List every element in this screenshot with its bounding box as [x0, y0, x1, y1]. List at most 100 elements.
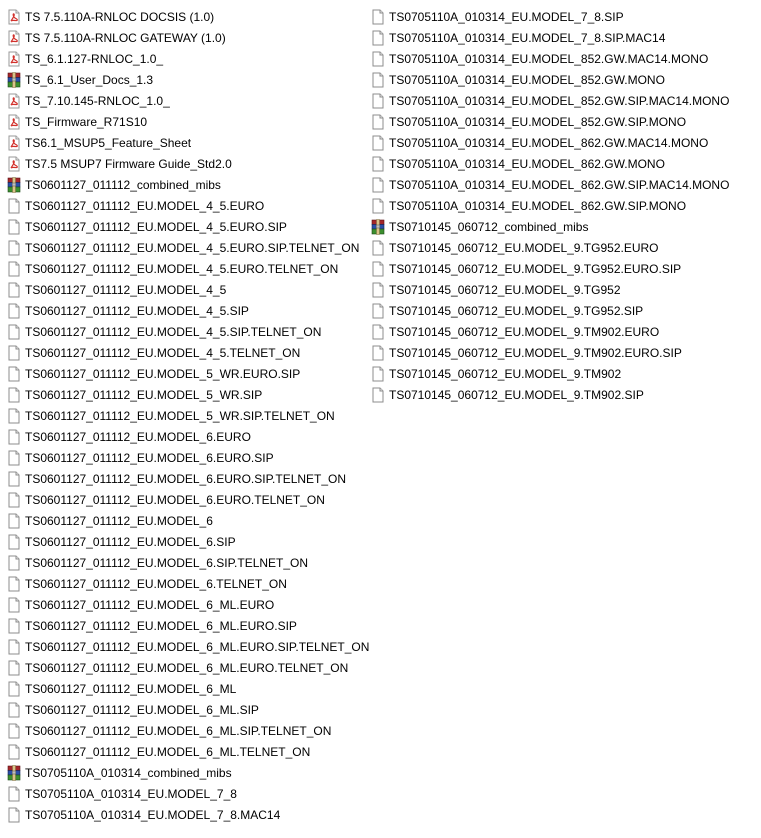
- file-item[interactable]: TS0705110A_010314_EU.MODEL_852.GW.SIP.MO…: [370, 111, 734, 132]
- file-item[interactable]: TS0601127_011112_EU.MODEL_6_ML.TELNET_ON: [6, 741, 370, 762]
- pdf-icon: [6, 93, 22, 109]
- file-icon: [370, 198, 386, 214]
- file-item[interactable]: TS0705110A_010314_EU.MODEL_862.GW.MONO: [370, 153, 734, 174]
- file-item[interactable]: TS0710145_060712_EU.MODEL_9.TM902.SIP: [370, 384, 734, 405]
- file-item[interactable]: TS0601127_011112_EU.MODEL_6: [6, 510, 370, 531]
- file-item[interactable]: TS0601127_011112_EU.MODEL_5_WR.EURO.SIP: [6, 363, 370, 384]
- file-icon: [6, 639, 22, 655]
- file-item[interactable]: TS0710145_060712_EU.MODEL_9.TG952.EURO: [370, 237, 734, 258]
- file-name: TS0705110A_010314_EU.MODEL_852.GW.SIP.MA…: [389, 93, 730, 108]
- file-name: TS0705110A_010314_EU.MODEL_7_8.MAC14: [25, 807, 281, 822]
- file-icon: [6, 576, 22, 592]
- archive-icon: [370, 218, 386, 235]
- file-item[interactable]: TS_7.10.145-RNLOC_1.0_: [6, 90, 370, 111]
- file-item[interactable]: TS0601127_011112_EU.MODEL_6.EURO.SIP.TEL…: [6, 468, 370, 489]
- file-name: TS0601127_011112_EU.MODEL_6_ML.EURO.SIP: [25, 618, 297, 633]
- file-item[interactable]: TS0705110A_010314_combined_mibs: [6, 762, 370, 783]
- file-item[interactable]: TS0601127_011112_EU.MODEL_6_ML: [6, 678, 370, 699]
- file-item[interactable]: TS0601127_011112_combined_mibs: [6, 174, 370, 195]
- file-item[interactable]: TS0601127_011112_EU.MODEL_6_ML.EURO.TELN…: [6, 657, 370, 678]
- file-item[interactable]: TS0705110A_010314_EU.MODEL_7_8.SIP.MAC14: [370, 27, 734, 48]
- file-icon: [370, 240, 386, 256]
- file-item[interactable]: TS0601127_011112_EU.MODEL_6.TELNET_ON: [6, 573, 370, 594]
- file-name: TS_7.10.145-RNLOC_1.0_: [25, 93, 170, 108]
- file-name: TS0601127_011112_EU.MODEL_4_5.SIP: [25, 303, 249, 318]
- pdf-icon: [6, 156, 22, 172]
- file-item[interactable]: TS0705110A_010314_EU.MODEL_852.GW.SIP.MA…: [370, 90, 734, 111]
- file-item[interactable]: TS 7.5.110A-RNLOC DOCSIS (1.0): [6, 6, 370, 27]
- file-item[interactable]: TS_6.1.127-RNLOC_1.0_: [6, 48, 370, 69]
- file-item[interactable]: TS0601127_011112_EU.MODEL_5_WR.SIP: [6, 384, 370, 405]
- file-name: TS_6.1.127-RNLOC_1.0_: [25, 51, 164, 66]
- file-item[interactable]: TS0601127_011112_EU.MODEL_4_5.SIP.TELNET…: [6, 321, 370, 342]
- file-name: TS0601127_011112_EU.MODEL_6.EURO.TELNET_…: [25, 492, 325, 507]
- file-name: TS0710145_060712_combined_mibs: [389, 219, 589, 234]
- file-name: TS0601127_011112_EU.MODEL_6.EURO: [25, 429, 251, 444]
- file-name: TS0705110A_010314_EU.MODEL_7_8.SIP.MAC14: [389, 30, 666, 45]
- file-item[interactable]: TS0710145_060712_EU.MODEL_9.TM902.EURO: [370, 321, 734, 342]
- file-icon: [6, 450, 22, 466]
- file-item[interactable]: TS0705110A_010314_EU.MODEL_7_8.MAC14: [6, 804, 370, 825]
- file-icon: [6, 744, 22, 760]
- pdf-icon: [6, 9, 22, 25]
- file-name: TS0601127_011112_EU.MODEL_6_ML: [25, 681, 237, 696]
- file-name: TS0601127_011112_EU.MODEL_6.SIP.TELNET_O…: [25, 555, 309, 570]
- file-item[interactable]: TS6.1_MSUP5_Feature_Sheet: [6, 132, 370, 153]
- file-item[interactable]: TS0705110A_010314_EU.MODEL_852.GW.MONO: [370, 69, 734, 90]
- file-item[interactable]: TS0601127_011112_EU.MODEL_6_ML.EURO.SIP.…: [6, 636, 370, 657]
- file-item[interactable]: TS0710145_060712_combined_mibs: [370, 216, 734, 237]
- file-item[interactable]: TS0705110A_010314_EU.MODEL_852.GW.MAC14.…: [370, 48, 734, 69]
- file-name: TS0601127_011112_EU.MODEL_6_ML.EURO.SIP.…: [25, 639, 370, 654]
- file-name: TS0601127_011112_EU.MODEL_4_5.EURO: [25, 198, 265, 213]
- file-name: TS0705110A_010314_EU.MODEL_852.GW.MAC14.…: [389, 51, 709, 66]
- file-item[interactable]: TS0710145_060712_EU.MODEL_9.TG952.EURO.S…: [370, 258, 734, 279]
- file-item[interactable]: TS0705110A_010314_EU.MODEL_7_8: [6, 783, 370, 804]
- file-icon: [6, 282, 22, 298]
- file-item[interactable]: TS0601127_011112_EU.MODEL_6.SIP: [6, 531, 370, 552]
- file-item[interactable]: TS0705110A_010314_EU.MODEL_862.GW.MAC14.…: [370, 132, 734, 153]
- file-name: TS0710145_060712_EU.MODEL_9.TG952.SIP: [389, 303, 644, 318]
- file-item[interactable]: TS0601127_011112_EU.MODEL_4_5.EURO.SIP.T…: [6, 237, 370, 258]
- archive-icon: [6, 176, 22, 193]
- file-item[interactable]: TS0705110A_010314_EU.MODEL_862.GW.SIP.MA…: [370, 174, 734, 195]
- file-name: TS0705110A_010314_EU.MODEL_862.GW.MONO: [389, 156, 665, 171]
- file-item[interactable]: TS0601127_011112_EU.MODEL_6_ML.SIP: [6, 699, 370, 720]
- file-item[interactable]: TS0601127_011112_EU.MODEL_4_5: [6, 279, 370, 300]
- file-item[interactable]: TS0601127_011112_EU.MODEL_4_5.SIP: [6, 300, 370, 321]
- file-item[interactable]: TS_6.1_User_Docs_1.3: [6, 69, 370, 90]
- file-icon: [370, 30, 386, 46]
- file-item[interactable]: TS0710145_060712_EU.MODEL_9.TG952: [370, 279, 734, 300]
- file-item[interactable]: TS0601127_011112_EU.MODEL_5_WR.SIP.TELNE…: [6, 405, 370, 426]
- pdf-icon: [6, 135, 22, 151]
- file-item[interactable]: TS0601127_011112_EU.MODEL_6_ML.EURO.SIP: [6, 615, 370, 636]
- file-item[interactable]: TS0705110A_010314_EU.MODEL_7_8.SIP: [370, 6, 734, 27]
- file-name: TS0601127_011112_EU.MODEL_4_5.SIP.TELNET…: [25, 324, 322, 339]
- file-icon: [370, 345, 386, 361]
- file-item[interactable]: TS 7.5.110A-RNLOC GATEWAY (1.0): [6, 27, 370, 48]
- file-name: TS0710145_060712_EU.MODEL_9.TG952.EURO.S…: [389, 261, 682, 276]
- file-item[interactable]: TS0601127_011112_EU.MODEL_6.SIP.TELNET_O…: [6, 552, 370, 573]
- file-item[interactable]: TS0601127_011112_EU.MODEL_4_5.EURO: [6, 195, 370, 216]
- file-name: TS0601127_011112_EU.MODEL_4_5.EURO.TELNE…: [25, 261, 339, 276]
- file-item[interactable]: TS0710145_060712_EU.MODEL_9.TM902: [370, 363, 734, 384]
- file-item[interactable]: TS0601127_011112_EU.MODEL_4_5.TELNET_ON: [6, 342, 370, 363]
- file-name: TS0601127_011112_EU.MODEL_4_5: [25, 282, 227, 297]
- file-item[interactable]: TS0705110A_010314_EU.MODEL_862.GW.SIP.MO…: [370, 195, 734, 216]
- file-item[interactable]: TS0601127_011112_EU.MODEL_6.EURO.TELNET_…: [6, 489, 370, 510]
- file-item[interactable]: TS0601127_011112_EU.MODEL_4_5.EURO.SIP: [6, 216, 370, 237]
- file-item[interactable]: TS0601127_011112_EU.MODEL_4_5.EURO.TELNE…: [6, 258, 370, 279]
- file-name: TS0705110A_010314_EU.MODEL_7_8.SIP: [389, 9, 624, 24]
- file-item[interactable]: TS7.5 MSUP7 Firmware Guide_Std2.0: [6, 153, 370, 174]
- file-name: TS0710145_060712_EU.MODEL_9.TG952: [389, 282, 621, 297]
- file-item[interactable]: TS0601127_011112_EU.MODEL_6_ML.EURO: [6, 594, 370, 615]
- file-item[interactable]: TS0601127_011112_EU.MODEL_6.EURO.SIP: [6, 447, 370, 468]
- file-item[interactable]: TS_Firmware_R71S10: [6, 111, 370, 132]
- file-icon: [6, 387, 22, 403]
- file-name: TS0601127_011112_EU.MODEL_4_5.EURO.SIP: [25, 219, 287, 234]
- file-name: TS0710145_060712_EU.MODEL_9.TG952.EURO: [389, 240, 659, 255]
- file-item[interactable]: TS0601127_011112_EU.MODEL_6.EURO: [6, 426, 370, 447]
- file-name: TS0601127_011112_EU.MODEL_5_WR.EURO.SIP: [25, 366, 301, 381]
- file-item[interactable]: TS0710145_060712_EU.MODEL_9.TM902.EURO.S…: [370, 342, 734, 363]
- file-item[interactable]: TS0601127_011112_EU.MODEL_6_ML.SIP.TELNE…: [6, 720, 370, 741]
- file-item[interactable]: TS0710145_060712_EU.MODEL_9.TG952.SIP: [370, 300, 734, 321]
